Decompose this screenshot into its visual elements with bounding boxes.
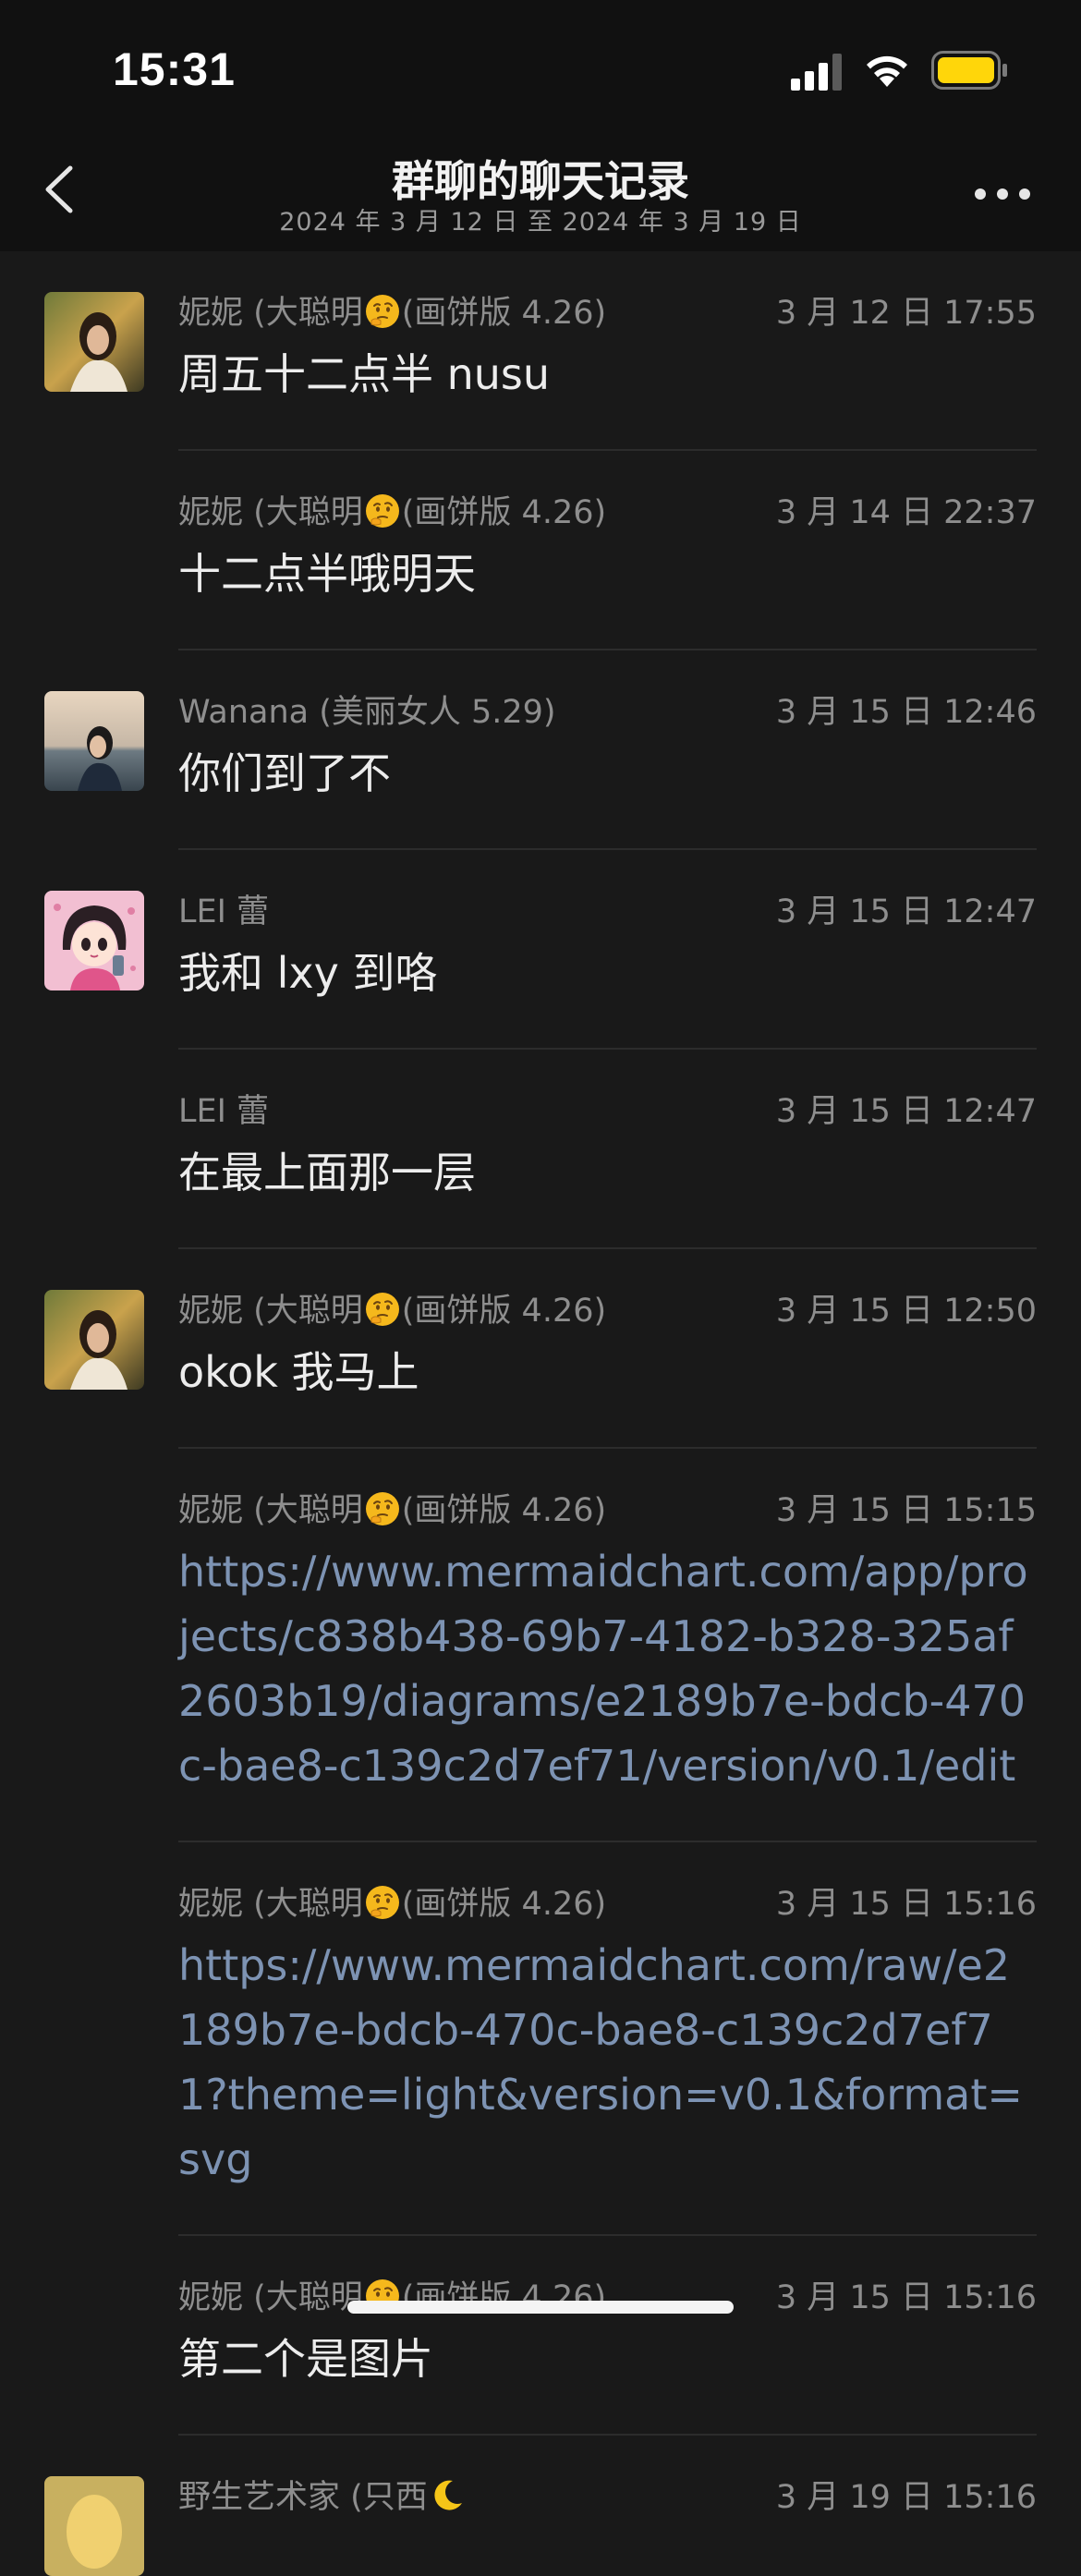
message-text: 周五十二点半 nusu [178,349,551,399]
message-item[interactable]: 妮妮 (大聪明 (画饼版 4.26) 3 月 12 日 17:55 周五十二点半 n… [0,251,1081,451]
sender-name: Wanana (美丽女人 5.29) [178,686,556,733]
sender-name: 妮妮 (大聪明 (画饼版 4.26) [178,1484,606,1531]
date-range-subtitle: 2024 年 3 月 12 日 至 2024 年 3 月 19 日 [279,208,802,237]
message-link[interactable]: https://www.mermaidchart.com/app/project… [178,1539,1037,1798]
message-item[interactable]: LEI 蕾 3 月 15 日 12:47 在最上面那一层 [0,1050,1081,1249]
sender-name-text: 妮妮 (大聪明 [178,2279,363,2316]
sender-name-text: 妮妮 (大聪明 [178,494,363,531]
avatar[interactable] [44,2476,144,2576]
message-header: 妮妮 (大聪明 (画饼版 4.26) 3 月 15 日 15:15 [178,1484,1037,1529]
sender-name: LEI 蕾 [178,885,269,932]
sender-name-text: 野生艺术家 (只西 [178,2479,428,2516]
avatar[interactable] [44,891,144,990]
message-text: okok 我马上 [178,1347,419,1397]
message-header: Wanana (美丽女人 5.29) 3 月 15 日 12:46 [178,686,1037,731]
message-item[interactable]: 妮妮 (大聪明 (画饼版 4.26) 3 月 15 日 15:15 https://… [0,1449,1081,1842]
message-item[interactable]: 妮妮 (大聪明 (画饼版 4.26) 3 月 15 日 12:50 okok 我马上 [0,1249,1081,1449]
message-header: LEI 蕾 3 月 15 日 12:47 [178,885,1037,930]
thinking-face-emoji-icon [364,1490,401,1527]
status-bar: 15:31 [0,0,1081,139]
message-timestamp: 3 月 12 日 17:55 [775,295,1037,332]
nav-header: 群聊的聊天记录 2024 年 3 月 12 日 至 2024 年 3 月 19 … [0,139,1081,251]
message-timestamp: 3 月 15 日 15:16 [775,1886,1037,1923]
sender-name: 妮妮 (大聪明 (画饼版 4.26) [178,286,606,334]
message-header: 妮妮 (大聪明 (画饼版 4.26) 3 月 15 日 15:16 [178,1877,1037,1923]
message-link[interactable]: https://www.mermaidchart.com/raw/e2189b7… [178,1933,1037,2192]
message-text: 你们到了不 [178,748,391,798]
thinking-face-emoji-icon [364,1291,401,1328]
moon-face-emoji-icon [429,2477,466,2514]
sender-name-suffix: (画饼版 4.26) [401,1293,607,1330]
message-header: 妮妮 (大聪明 (画饼版 4.26) 3 月 12 日 17:55 [178,286,1037,332]
sender-name-suffix: (画饼版 4.26) [401,295,607,332]
sender-name-text: LEI 蕾 [178,1093,270,1130]
message-timestamp: 3 月 15 日 12:50 [775,1293,1037,1330]
message-item[interactable]: LEI 蕾 3 月 15 日 12:47 我和 lxy 到咯 [0,850,1081,1050]
home-indicator[interactable] [347,2301,734,2314]
sender-name: 妮妮 (大聪明 (画饼版 4.26) [178,1877,606,1925]
sender-name-text: 妮妮 (大聪明 [178,1886,363,1923]
status-time: 15:31 [113,43,236,95]
message-timestamp: 3 月 15 日 12:47 [775,1093,1037,1130]
sender-name: 妮妮 (大聪明 (画饼版 4.26) [178,1284,606,1331]
message-header: LEI 蕾 3 月 15 日 12:47 [178,1085,1037,1130]
message-header: 妮妮 (大聪明 (画饼版 4.26) 3 月 14 日 22:37 [178,486,1037,531]
message-item[interactable]: 野生艺术家 (只西 3 月 19 日 15:16 [0,2436,1081,2576]
battery-icon [931,51,1007,90]
message-text: 十二点半哦明天 [178,549,476,599]
message-timestamp: 3 月 15 日 15:16 [775,2279,1037,2316]
message-text: 在最上面那一层 [178,1148,476,1197]
more-options-icon[interactable] [972,176,1033,213]
message-header: 妮妮 (大聪明 (画饼版 4.26) 3 月 15 日 12:50 [178,1284,1037,1330]
message-item[interactable]: 妮妮 (大聪明 (画饼版 4.26) 3 月 15 日 15:16 https://… [0,1842,1081,2236]
sender-name-text: LEI 蕾 [178,893,270,930]
thinking-face-emoji-icon [364,293,401,330]
message-timestamp: 3 月 19 日 15:16 [775,2479,1037,2516]
cellular-signal-icon [791,54,842,91]
sender-name-suffix: (画饼版 4.26) [401,1492,607,1529]
message-list[interactable]: 妮妮 (大聪明 (画饼版 4.26) 3 月 12 日 17:55 周五十二点半 n… [0,251,1081,2576]
sender-name-text: 妮妮 (大聪明 [178,295,363,332]
avatar[interactable] [44,292,144,392]
message-text: 我和 lxy 到咯 [178,948,438,998]
message-timestamp: 3 月 15 日 15:15 [775,1492,1037,1529]
wifi-icon [867,55,907,87]
sender-name-text: 妮妮 (大聪明 [178,1293,363,1330]
thinking-face-emoji-icon [364,492,401,529]
message-timestamp: 3 月 15 日 12:46 [775,694,1037,731]
message-text: 第二个是图片 [178,2334,433,2384]
sender-name: LEI 蕾 [178,1085,269,1132]
sender-name-suffix: (画饼版 4.26) [401,494,607,531]
message-item[interactable]: 妮妮 (大聪明 (画饼版 4.26) 3 月 14 日 22:37 十二点半哦明天 [0,451,1081,650]
avatar[interactable] [44,691,144,791]
message-item[interactable]: Wanana (美丽女人 5.29) 3 月 15 日 12:46 你们到了不 [0,650,1081,850]
message-timestamp: 3 月 14 日 22:37 [775,494,1037,531]
sender-name-text: Wanana (美丽女人 5.29) [178,694,556,731]
message-header: 野生艺术家 (只西 3 月 19 日 15:16 [178,2471,1037,2516]
message-item[interactable]: 妮妮 (大聪明 (画饼版 4.26) 3 月 15 日 15:16 第二个是图片 [0,2236,1081,2436]
sender-name: 野生艺术家 (只西 [178,2471,467,2518]
avatar[interactable] [44,1290,144,1390]
sender-name-suffix: (画饼版 4.26) [401,1886,607,1923]
page-title: 群聊的聊天记录 [392,156,689,206]
thinking-face-emoji-icon [364,1884,401,1921]
sender-name: 妮妮 (大聪明 (画饼版 4.26) [178,486,606,533]
sender-name-text: 妮妮 (大聪明 [178,1492,363,1529]
message-timestamp: 3 月 15 日 12:47 [775,893,1037,930]
